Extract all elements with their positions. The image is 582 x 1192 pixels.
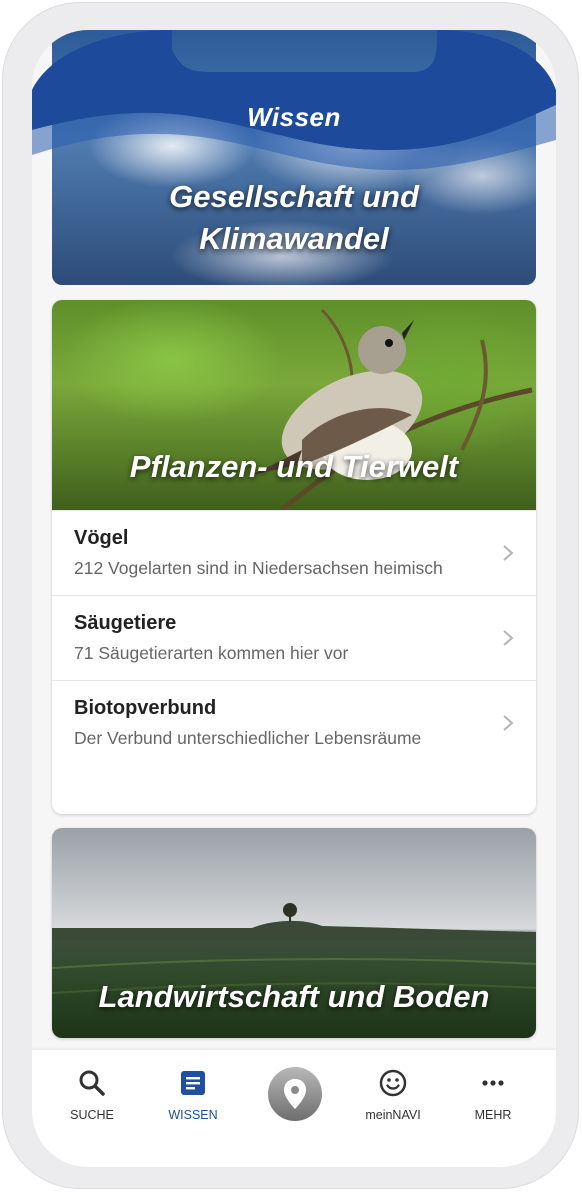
app-screen: Gesellschaft und Klimawandel Wissen Pfla… [32, 30, 556, 1167]
nav-label: MEHR [474, 1108, 512, 1122]
more-icon [482, 1080, 504, 1086]
page-title: Wissen [247, 102, 341, 132]
smiley-icon [379, 1069, 407, 1097]
card-image-bird[interactable]: Pflanzen- und Tierwelt [52, 300, 536, 510]
card-pflanzen-tierwelt: Pflanzen- und Tierwelt Vögel 212 Vogelar… [52, 300, 536, 814]
nav-item-wissen[interactable]: WISSEN [148, 1068, 238, 1122]
document-icon [181, 1071, 205, 1095]
list-item-title: Vögel [74, 527, 129, 549]
list-item-saeugetiere[interactable]: Säugetiere 71 Säugetierarten kommen hier… [52, 595, 536, 680]
nav-item-suche[interactable]: SUCHE [47, 1068, 137, 1122]
nav-item-mehr[interactable]: MEHR [448, 1068, 538, 1122]
map-button[interactable] [268, 1067, 322, 1121]
list-item-voegel[interactable]: Vögel 212 Vogelarten sind in Niedersachs… [52, 510, 536, 595]
section-title: Pflanzen- und Tierwelt [129, 449, 459, 484]
chevron-right-icon [503, 545, 514, 561]
nav-label: SUCHE [70, 1108, 114, 1122]
list-item-subtitle: 71 Säugetierarten kommen hier vor [74, 643, 349, 663]
list-item-subtitle: Der Verbund unterschiedlicher Lebensräum… [74, 728, 422, 748]
nav-label: WISSEN [168, 1108, 218, 1122]
nav-label: meinNAVI [365, 1108, 421, 1122]
bottom-navigation: SUCHE WISSEN meinNAVI MEHR [32, 1050, 556, 1167]
list-item-biotopverbund[interactable]: Biotopverbund Der Verbund unterschiedlic… [52, 680, 536, 765]
section-title: Landwirtschaft und Boden [98, 979, 490, 1014]
list-item-title: Säugetiere [74, 612, 177, 634]
chevron-right-icon [503, 630, 514, 646]
nav-item-meinnavi[interactable]: meinNAVI [348, 1068, 438, 1122]
list-item-title: Biotopverbund [74, 697, 217, 719]
chevron-right-icon [503, 715, 514, 731]
card-landwirtschaft-boden[interactable]: Landwirtschaft und Boden [52, 828, 536, 1038]
card-title-line2: Klimawandel [199, 221, 389, 256]
phone-frame: Gesellschaft und Klimawandel Wissen Pfla… [2, 2, 579, 1189]
list-item-subtitle: 212 Vogelarten sind in Niedersachsen hei… [74, 558, 443, 578]
map-pin-icon [284, 1079, 306, 1109]
search-icon [79, 1070, 105, 1096]
